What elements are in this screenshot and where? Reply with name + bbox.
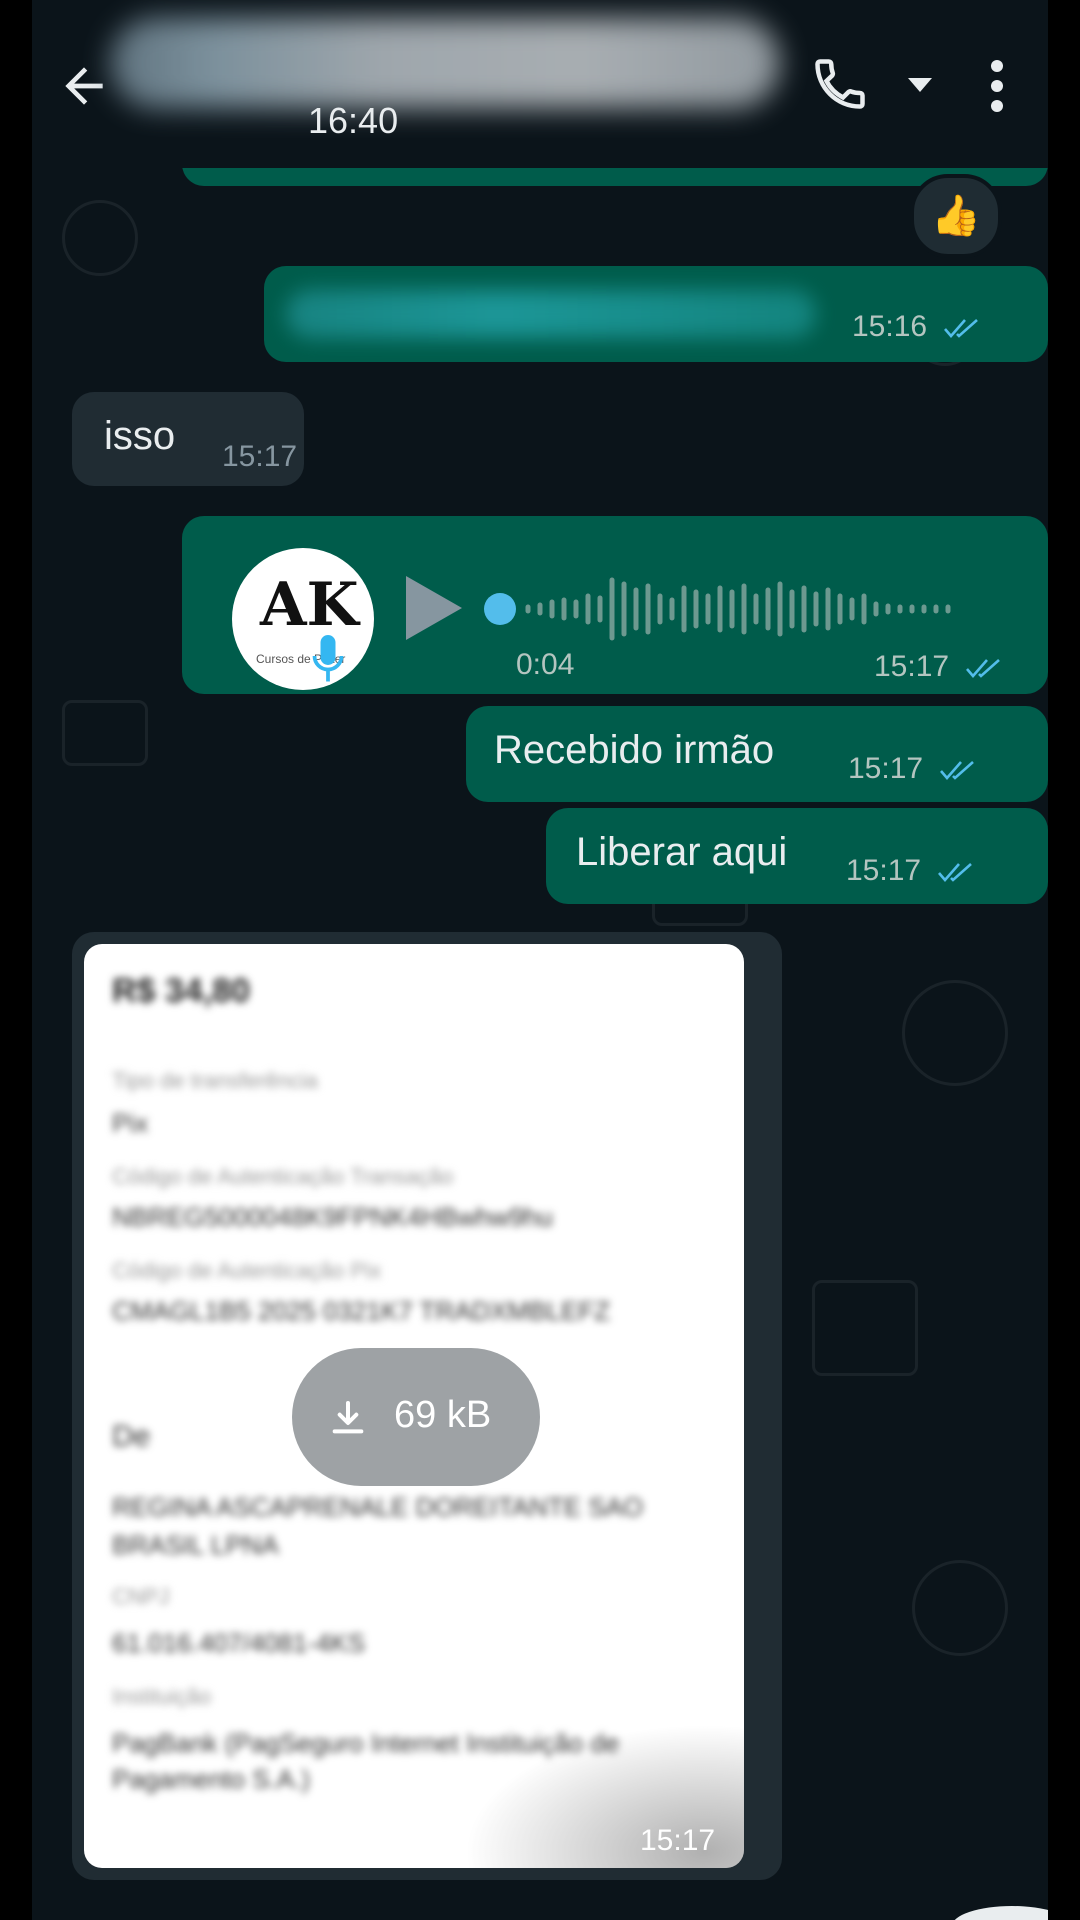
more-vert-icon[interactable] (990, 60, 1004, 116)
chat-screen: 16:40 👍 15:16 isso 15:17 AK Cursos de Po… (32, 0, 1048, 1920)
double-check-icon (940, 761, 975, 781)
message-meta: 15:17 (848, 752, 979, 786)
blurred-text: Código de Autenticação Transação (112, 1164, 454, 1189)
chat-header: 16:40 (32, 0, 1048, 168)
blurred-text: R$ 34,80 (112, 972, 250, 1010)
voice-message-bubble[interactable]: AK Cursos de Poker 0:04 15:17 (182, 516, 1048, 694)
sender-avatar: AK Cursos de Poker (232, 548, 374, 690)
message-time: 15:17 (874, 650, 950, 683)
message-time: 15:16 (852, 310, 928, 343)
message-bubble-incoming[interactable]: isso 15:17 (72, 392, 304, 486)
blurred-text: REGINA ASCAPRENALE DOREITANTE SAO (112, 1492, 644, 1522)
message-bubble-outgoing[interactable]: Liberar aqui 15:17 (546, 808, 1048, 904)
download-size: 69 kB (394, 1394, 492, 1436)
redacted-text (286, 290, 816, 338)
blurred-text: Tipo de transferência (112, 1068, 318, 1093)
mic-icon (312, 635, 344, 682)
phone-icon[interactable] (810, 54, 870, 114)
message-text: Liberar aqui (576, 830, 788, 874)
reaction-badge[interactable]: 👍 (910, 174, 1002, 258)
blurred-text: CMAGL1B5 2025 0321K7 TRADXMBLEFZ (112, 1296, 611, 1326)
chevron-down-icon[interactable] (908, 78, 932, 92)
bg-doodle (912, 1560, 1008, 1656)
message-time: 15:17 (640, 1824, 716, 1857)
receipt-image[interactable]: R$ 34,80 Tipo de transferência Pix Códig… (84, 944, 744, 1868)
audio-waveform[interactable] (482, 566, 962, 652)
message-time: 15:17 (846, 854, 922, 887)
message-text: isso (104, 414, 176, 458)
blurred-text: Instituição (112, 1684, 212, 1709)
contact-name-redacted[interactable] (110, 18, 780, 108)
bg-doodle (902, 980, 1008, 1086)
double-check-icon (966, 659, 1001, 679)
blurred-text: Código de Autenticação Pix (112, 1258, 382, 1283)
blurred-text: Pix (112, 1108, 149, 1138)
message-time: 15:17 (222, 440, 298, 473)
blurred-text: 61.016.407/4081-4KS (112, 1628, 365, 1658)
play-icon[interactable] (406, 576, 462, 640)
message-bubble-outgoing[interactable]: 15:16 (264, 266, 1048, 362)
bg-doodle (62, 700, 148, 766)
last-seen-time: 16:40 (308, 100, 399, 141)
double-check-icon (944, 319, 979, 339)
message-meta: 15:16 (852, 310, 983, 344)
message-meta: 15:17 (846, 854, 977, 888)
blurred-text: BRASIL LPNA (112, 1530, 279, 1560)
voice-duration: 0:04 (516, 648, 575, 681)
message-bubble-outgoing[interactable]: Recebido irmão 15:17 (466, 706, 1048, 802)
double-check-icon (938, 863, 973, 883)
blurred-text: NBREG5000048K9FPNK4HBwhw9hu (112, 1202, 553, 1232)
message-time: 15:17 (848, 752, 924, 785)
download-button[interactable]: 69 kB (292, 1348, 540, 1486)
blurred-text: CNPJ (112, 1584, 170, 1609)
blurred-text: Pagamento S.A.) (112, 1764, 310, 1794)
image-message-bubble[interactable]: R$ 34,80 Tipo de transferência Pix Códig… (72, 932, 782, 1880)
blurred-text: De (112, 1420, 151, 1453)
bg-doodle (812, 1280, 918, 1376)
scroll-button-edge[interactable] (952, 1906, 1048, 1920)
message-meta: 15:17 (874, 650, 1005, 684)
bg-doodle (62, 200, 138, 276)
back-arrow-icon[interactable] (56, 58, 112, 114)
message-text: Recebido irmão (494, 728, 775, 772)
download-icon (332, 1401, 364, 1434)
